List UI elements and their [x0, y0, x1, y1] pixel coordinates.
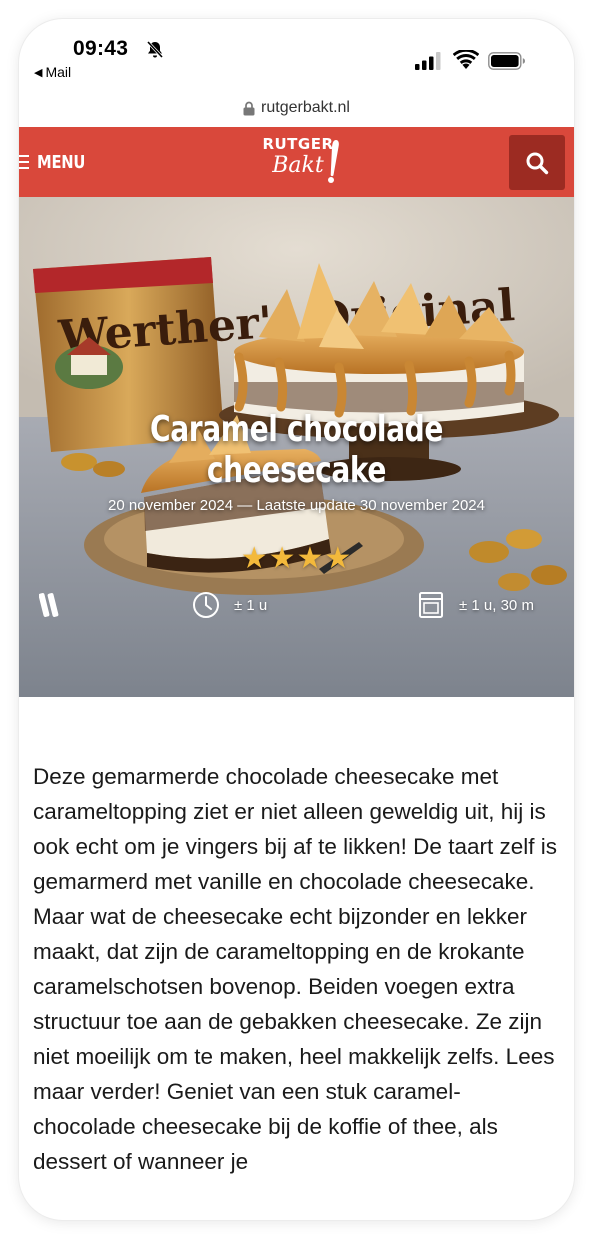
- rolling-pins-icon: [39, 593, 59, 617]
- status-bar: 09:43 ◀ Mail: [19, 19, 574, 83]
- bake-time: ± 1 u, 30 m: [459, 597, 534, 614]
- article-intro: Deze gemarmerde chocolade cheesecake met…: [33, 764, 557, 1174]
- back-app-label: Mail: [45, 64, 72, 80]
- whisk-icon: [328, 140, 339, 183]
- address-bar[interactable]: rutgerbakt.nl: [19, 93, 574, 123]
- hero-banner: Werther's Original: [19, 197, 574, 697]
- publish-dates: 20 november 2024 — Laatste update 30 nov…: [108, 497, 485, 514]
- recipe-title: Caramel chocolade cheesecake: [149, 409, 444, 491]
- lock-icon: [243, 101, 255, 115]
- menu-button[interactable]: MENU: [19, 127, 96, 197]
- prep-time: ± 1 u: [234, 597, 268, 614]
- cellular-signal-icon: [415, 52, 441, 70]
- hamburger-icon: [19, 155, 29, 169]
- site-logo[interactable]: RUTGER Bakt: [253, 136, 343, 192]
- rating-stars[interactable]: ★★★★: [19, 541, 574, 576]
- back-to-mail[interactable]: ◀ Mail: [34, 64, 71, 80]
- wifi-icon: [453, 50, 479, 69]
- search-icon: [526, 152, 549, 174]
- menu-label: MENU: [37, 151, 86, 173]
- bell-slash-icon: [146, 40, 164, 59]
- oven-icon: [419, 592, 443, 618]
- phone-frame: 09:43 ◀ Mail rutgerbakt.nl MENU RUTGER B…: [19, 19, 574, 1220]
- search-button[interactable]: [509, 135, 565, 190]
- url-text: rutgerbakt.nl: [261, 99, 350, 116]
- status-time: 09:43: [73, 37, 129, 60]
- back-arrow-icon: ◀: [34, 66, 43, 79]
- recipe-meta: ± 1 u ± 1 u, 30 m: [19, 585, 574, 625]
- site-header: MENU RUTGER Bakt: [19, 127, 574, 197]
- battery-icon: [488, 52, 525, 70]
- clock-icon: [193, 592, 219, 618]
